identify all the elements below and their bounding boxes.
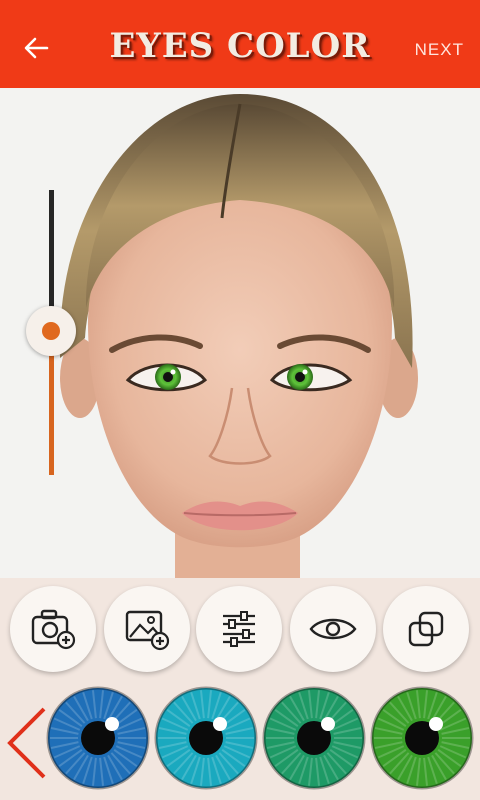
- eye-icon: [309, 618, 357, 640]
- app-header: EYES COLOR NEXT: [0, 0, 480, 88]
- slider-track-top[interactable]: [49, 190, 54, 310]
- eye-color-swatch-teal-green[interactable]: [262, 686, 366, 790]
- adjust-button[interactable]: [196, 586, 282, 672]
- camera-plus-icon: [31, 609, 76, 650]
- image-plus-icon: [125, 610, 170, 651]
- eye-button[interactable]: [290, 586, 376, 672]
- next-button[interactable]: NEXT: [415, 40, 464, 60]
- layers-button[interactable]: [383, 586, 469, 672]
- page-title: EYES COLOR: [109, 26, 371, 66]
- eye-color-swatch-cyan[interactable]: [154, 686, 258, 790]
- eye-color-swatch-green[interactable]: [370, 686, 474, 790]
- overlap-squares-icon: [408, 611, 444, 647]
- sliders-icon: [223, 611, 255, 647]
- chevron-left-icon: [7, 707, 46, 779]
- intensity-slider-thumb[interactable]: [26, 306, 76, 356]
- camera-add-button[interactable]: [10, 586, 96, 672]
- slider-thumb-dot: [42, 322, 60, 340]
- eye-color-swatch-blue[interactable]: [46, 686, 150, 790]
- slider-track-bottom[interactable]: [49, 350, 54, 475]
- previous-colors-button[interactable]: [4, 705, 48, 781]
- gallery-add-button[interactable]: [104, 586, 190, 672]
